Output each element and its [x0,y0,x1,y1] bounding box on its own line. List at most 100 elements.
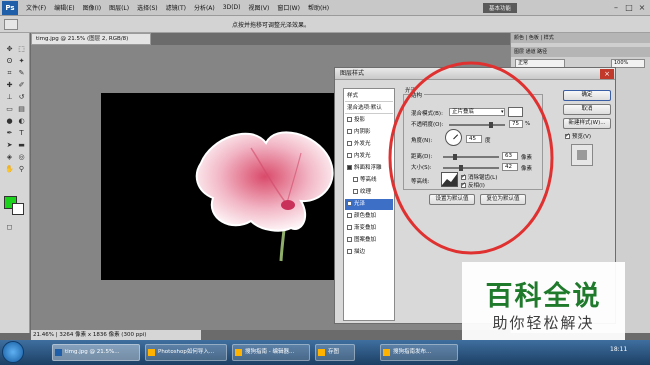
dialog-close-icon[interactable]: × [600,69,614,79]
blur-tool-icon[interactable]: ● [4,117,15,126]
watermark-subtitle: 助你轻松解决 [492,314,595,332]
checkbox-icon[interactable] [353,189,358,194]
style-list-label: 混合选项:默认 [347,105,382,111]
menu-filter[interactable]: 滤镜(T) [166,3,186,12]
healing-tool-icon[interactable]: ✚ [4,81,15,90]
flower-image [195,131,334,262]
3d-camera-tool-icon[interactable]: ◎ [16,153,27,162]
style-list-label: 纹理 [360,189,372,195]
minimize-icon[interactable]: – [610,2,622,13]
checkbox-icon[interactable] [347,165,352,170]
task-editor[interactable]: 搜狗指南 - 编辑器... [232,344,310,361]
path-select-tool-icon[interactable]: ➤ [4,141,15,150]
taskbar: timg.jpg @ 21.5%... Photoshop如何导入... 搜狗指… [0,340,650,365]
stamp-tool-icon[interactable]: ⊥ [4,93,15,102]
style-list-label: 光泽 [354,201,366,207]
menu-window[interactable]: 窗口(W) [277,3,300,12]
style-list-label: 样式 [347,93,359,99]
style-preview-thumbnail [571,144,593,166]
task-label: Photoshop如何导入... [158,349,215,355]
style-list-label: 颜色叠加 [354,213,377,219]
checkbox-icon[interactable] [347,213,352,218]
3d-tool-icon[interactable]: ◈ [4,153,15,162]
workspace-essentials-button[interactable]: 基本功能 [483,3,517,13]
new-style-button[interactable]: 新建样式(W)... [563,118,611,129]
crop-tool-icon[interactable]: ⌗ [4,69,15,78]
dodge-tool-icon[interactable]: ◐ [16,117,27,126]
tool-hint: 点按并拖移可调整光泽效果。 [232,22,311,29]
checkbox-icon[interactable] [347,225,352,230]
move-tool-icon[interactable]: ✥ [4,45,15,54]
preview-checkbox[interactable]: 预览(V) [565,132,591,140]
style-list-label: 渐变叠加 [354,225,377,231]
style-list-label: 投影 [354,117,366,123]
lasso-tool-icon[interactable]: ʘ [4,57,15,66]
menu-help[interactable]: 帮助(H) [308,3,329,12]
quick-mask-icon[interactable]: ◻ [4,223,15,232]
options-bar: 点按并拖移可调整光泽效果。 [0,16,650,33]
task-label: 存图 [328,349,340,355]
document-status-bar: 21.46% | 3264 像素 x 1836 像素 (300 ppi) [31,330,201,340]
gradient-tool-icon[interactable]: ▤ [16,105,27,114]
checkbox-icon[interactable] [347,117,352,122]
browser-icon [383,349,390,356]
eyedropper-tool-icon[interactable]: ✎ [16,69,27,78]
photoshop-icon [55,349,62,356]
style-list-label: 斜面和浮雕 [354,165,382,171]
menu-file[interactable]: 文件(F) [26,3,46,12]
shape-tool-icon[interactable]: ▬ [16,141,27,150]
preview-swatch [577,150,587,160]
ok-button[interactable]: 确定 [563,90,611,101]
layers-panel-tabs[interactable]: 图层 通道 路径 [511,47,650,57]
watermark: 百科全说 助你轻松解决 [462,262,625,342]
menu-bar: Ps 文件(F) 编辑(E) 图像(I) 图层(L) 选择(S) 滤镜(T) 分… [0,0,650,16]
folder-icon [318,349,325,356]
brush-tool-icon[interactable]: ✐ [16,81,27,90]
start-button-icon[interactable] [2,341,24,363]
task-save[interactable]: 存图 [315,344,355,361]
style-list-label: 内发光 [354,153,371,159]
pen-tool-icon[interactable]: ✒ [4,129,15,138]
checkbox-icon[interactable] [347,153,352,158]
menu-edit[interactable]: 编辑(E) [54,3,74,12]
task-label: 搜狗指南 - 编辑器... [245,349,295,355]
menu-view[interactable]: 视图(V) [249,3,270,12]
zoom-tool-icon[interactable]: ⚲ [16,165,27,174]
cancel-button[interactable]: 取消 [563,104,611,115]
menu-3d[interactable]: 3D(D) [223,4,241,11]
checkbox-icon[interactable] [347,249,352,254]
layer-opacity-field[interactable]: 100% [611,59,645,68]
task-photoshop[interactable]: timg.jpg @ 21.5%... [52,344,140,361]
hand-tool-icon[interactable]: ✋ [4,165,15,174]
menu-select[interactable]: 选择(S) [137,3,158,12]
checkbox-icon[interactable] [347,129,352,134]
checkbox-icon[interactable] [347,141,352,146]
close-icon[interactable]: × [636,2,648,13]
checkbox-icon[interactable] [347,237,352,242]
menu-analysis[interactable]: 分析(A) [194,3,215,12]
current-tool-icon[interactable] [4,19,18,30]
eraser-tool-icon[interactable]: ▭ [4,105,15,114]
task-doc[interactable]: Photoshop如何导入... [145,344,227,361]
type-tool-icon[interactable]: T [16,129,27,138]
maximize-icon[interactable]: □ [623,2,635,13]
style-list-label: 描边 [354,249,366,255]
menu-image[interactable]: 图像(I) [83,3,101,12]
checkbox-icon[interactable] [347,201,352,206]
task-label: timg.jpg @ 21.5%... [65,349,120,355]
marquee-tool-icon[interactable]: ⬚ [16,45,27,54]
menu-layer[interactable]: 图层(L) [109,3,129,12]
document-canvas[interactable] [101,93,340,280]
task-publish[interactable]: 搜狗指南发布... [380,344,458,361]
toolbox: ✥ ⬚ ʘ ✦ ⌗ ✎ ✚ ✐ ⊥ ↺ ▭ ▤ ● ◐ ✒ T ➤ ▬ ◈ ◎ … [0,33,30,333]
color-panel-tabs[interactable]: 颜色 | 色板 | 样式 [511,33,650,43]
style-list-label: 等高线 [360,177,377,183]
checkbox-icon[interactable] [353,177,358,182]
document-tab[interactable]: timg.jpg @ 21.5% (图层 2, RGB/8) [31,33,151,45]
browser-icon [148,349,155,356]
background-color-swatch[interactable] [12,203,24,215]
style-list-label: 内阴影 [354,129,371,135]
style-list-label: 图案叠加 [354,237,377,243]
magic-wand-tool-icon[interactable]: ✦ [16,57,27,66]
history-brush-tool-icon[interactable]: ↺ [16,93,27,102]
